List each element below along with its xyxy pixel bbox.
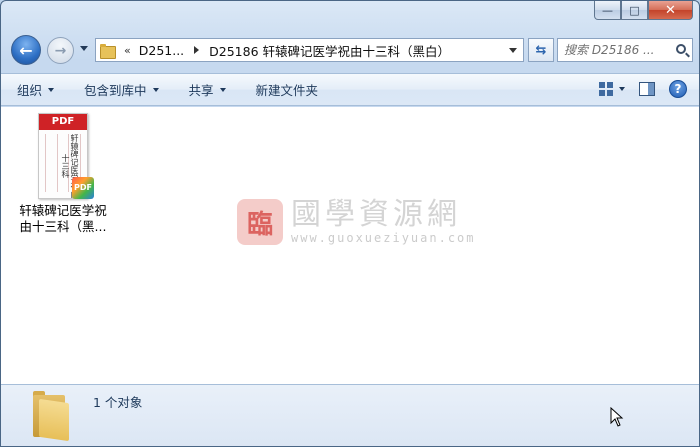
mouse-cursor-icon bbox=[610, 406, 624, 430]
change-view-icon[interactable] bbox=[599, 82, 613, 96]
include-in-library-label: 包含到库中 bbox=[84, 83, 147, 98]
search-box[interactable] bbox=[557, 38, 693, 62]
navigation-row: ← → « D251... D25186 轩辕碑记医学祝由十三科（黑白） ⇆ bbox=[9, 34, 693, 66]
chevron-right-icon[interactable] bbox=[194, 46, 200, 54]
address-dropdown[interactable] bbox=[509, 48, 517, 53]
file-name-line-1: 轩辕碑记医学祝 bbox=[19, 203, 107, 218]
watermark-seal-icon: 臨 bbox=[237, 199, 283, 245]
address-bar[interactable]: « D251... D25186 轩辕碑记医学祝由十三科（黑白） bbox=[95, 38, 524, 62]
item-count: 1 个对象 bbox=[93, 395, 143, 410]
chevron-down-icon bbox=[219, 87, 226, 92]
pdf-file-icon: PDF 轩辕碑记医学祝由十三科 PDF bbox=[38, 113, 94, 199]
search-input[interactable] bbox=[564, 43, 664, 57]
organize-label: 组织 bbox=[17, 83, 43, 98]
new-folder-button[interactable]: 新建文件夹 bbox=[256, 80, 319, 99]
minimize-button[interactable]: — bbox=[594, 1, 621, 20]
chevron-down-icon bbox=[48, 87, 55, 92]
breadcrumb-current[interactable]: D25186 轩辕碑记医学祝由十三科（黑白） bbox=[209, 41, 450, 60]
recent-pages-dropdown[interactable] bbox=[80, 46, 88, 51]
preview-pane-icon[interactable] bbox=[639, 82, 655, 96]
caption-buttons: — □ ✕ bbox=[594, 1, 693, 21]
watermark-url: www.guoxueziyuan.com bbox=[291, 231, 476, 245]
watermark-text: 國學資源網 www.guoxueziyuan.com bbox=[291, 197, 476, 246]
pdf-app-badge-icon: PDF bbox=[72, 177, 94, 199]
chevron-down-icon bbox=[152, 87, 159, 92]
back-arrow-icon: ← bbox=[19, 40, 33, 60]
maximize-button[interactable]: □ bbox=[621, 1, 648, 20]
explorer-window: — □ ✕ ← → « D251... D25186 轩辕碑记医学祝由十三科（黑… bbox=[0, 0, 700, 447]
back-button[interactable]: ← bbox=[11, 35, 41, 65]
pdf-header-label: PDF bbox=[39, 114, 87, 130]
share-label: 共享 bbox=[188, 83, 214, 98]
close-button[interactable]: ✕ bbox=[648, 1, 693, 20]
include-in-library-menu[interactable]: 包含到库中 bbox=[84, 80, 159, 99]
organize-menu[interactable]: 组织 bbox=[17, 80, 55, 99]
folder-large-icon bbox=[29, 387, 73, 442]
view-controls: ? bbox=[599, 80, 687, 98]
refresh-button[interactable]: ⇆ bbox=[528, 38, 554, 62]
forward-arrow-icon: → bbox=[54, 42, 67, 59]
file-name: 轩辕碑记医学祝 由十三科（黑... bbox=[13, 203, 113, 235]
search-icon[interactable] bbox=[676, 44, 686, 54]
file-name-line-2: 由十三科（黑... bbox=[19, 219, 107, 234]
forward-button[interactable]: → bbox=[47, 37, 74, 64]
watermark-title: 國學資源網 bbox=[291, 197, 461, 232]
watermark: 臨 國學資源網 www.guoxueziyuan.com bbox=[237, 199, 476, 245]
share-menu[interactable]: 共享 bbox=[189, 80, 226, 99]
breadcrumb-item[interactable]: D251... bbox=[139, 43, 184, 58]
details-pane: 1 个对象 bbox=[1, 384, 699, 446]
folder-icon bbox=[100, 43, 116, 59]
breadcrumb-overflow[interactable]: « bbox=[124, 44, 131, 57]
command-bar: 组织 包含到库中 共享 新建文件夹 ? bbox=[1, 73, 699, 106]
refresh-icon: ⇆ bbox=[535, 42, 547, 58]
file-list-area[interactable]: PDF 轩辕碑记医学祝由十三科 PDF 轩辕碑记医学祝 由十三科（黑... 臨 … bbox=[1, 107, 699, 384]
new-folder-label: 新建文件夹 bbox=[255, 83, 319, 98]
view-options-dropdown[interactable] bbox=[619, 87, 625, 91]
file-item-pdf[interactable]: PDF 轩辕碑记医学祝由十三科 PDF 轩辕碑记医学祝 由十三科（黑... bbox=[13, 113, 113, 235]
help-icon[interactable]: ? bbox=[669, 80, 687, 98]
